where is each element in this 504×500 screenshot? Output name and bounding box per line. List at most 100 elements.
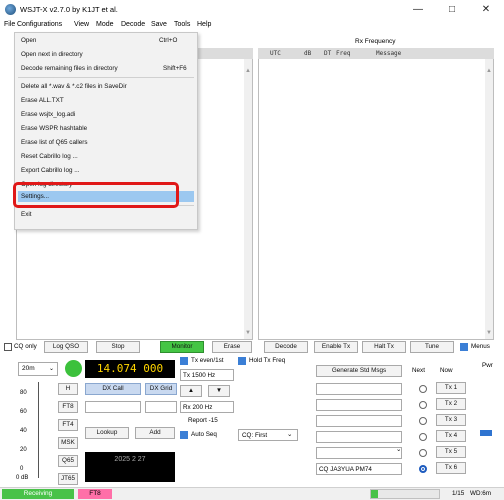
- tx6-button[interactable]: Tx 6: [436, 462, 466, 474]
- hold-tx-freq-checkbox[interactable]: [238, 357, 246, 365]
- mode-q65-button[interactable]: Q65: [58, 455, 78, 467]
- status-wd: WD:6m: [470, 490, 491, 497]
- menu-separator: [18, 77, 194, 78]
- menu-configurations[interactable]: Configurations: [17, 21, 62, 28]
- tx5-message-input[interactable]: [316, 447, 402, 459]
- dx-grid-input[interactable]: [145, 401, 177, 413]
- menu-item-erase-log-adi[interactable]: Erase wsjtx_log.adi: [21, 111, 75, 118]
- menu-item-open[interactable]: Open: [21, 37, 36, 44]
- generate-msgs-button[interactable]: Generate Std Msgs: [316, 365, 402, 377]
- menu-help[interactable]: Help: [197, 21, 211, 28]
- status-mode: FT8: [78, 489, 112, 499]
- rx-scrollbar[interactable]: [485, 59, 493, 339]
- shortcut-decode-remaining: Shift+F6: [163, 65, 187, 72]
- menus-checkbox[interactable]: [460, 343, 468, 351]
- tx3-button[interactable]: Tx 3: [436, 414, 466, 426]
- rx-frequency-panel[interactable]: [258, 48, 494, 340]
- menu-item-erase-wspr[interactable]: Erase WSPR hashtable: [21, 125, 87, 132]
- tx4-next-radio[interactable]: [419, 433, 427, 441]
- menu-decode[interactable]: Decode: [121, 21, 145, 28]
- cq-only-checkbox[interactable]: [4, 343, 12, 351]
- tx1-button[interactable]: Tx 1: [436, 382, 466, 394]
- scroll-down-icon[interactable]: ▼: [245, 330, 251, 336]
- chevron-down-icon[interactable]: ⌄: [49, 365, 54, 372]
- maximize-icon[interactable]: □: [440, 2, 464, 18]
- menu-view[interactable]: View: [74, 21, 89, 28]
- menu-item-exit[interactable]: Exit: [21, 211, 32, 218]
- meter-tick: 0: [20, 466, 24, 472]
- tx3-message-input[interactable]: [316, 415, 402, 427]
- tx6-next-radio[interactable]: [419, 465, 427, 473]
- menu-item-erase-all-txt[interactable]: Erase ALL.TXT: [21, 97, 64, 104]
- menu-item-export-cabrillo[interactable]: Export Cabrillo log ...: [21, 167, 79, 174]
- mode-jt65-button[interactable]: JT65: [58, 473, 78, 485]
- mode-ft4-button[interactable]: FT4: [58, 419, 78, 431]
- menu-item-open-next[interactable]: Open next in directory: [21, 51, 83, 58]
- menu-item-decode-remaining[interactable]: Decode remaining files in directory: [21, 65, 118, 72]
- tx5-button[interactable]: Tx 5: [436, 446, 466, 458]
- tx1-next-radio[interactable]: [419, 385, 427, 393]
- tx-even-label: Tx even/1st: [191, 357, 224, 364]
- scroll-up-icon[interactable]: ▲: [245, 68, 251, 74]
- erase-button[interactable]: Erase: [212, 341, 252, 353]
- frequency-display: 14.074 000: [85, 360, 175, 378]
- menu-mode[interactable]: Mode: [96, 21, 114, 28]
- rx-scroll-down-icon[interactable]: ▼: [486, 330, 492, 336]
- menu-item-delete-wav[interactable]: Delete all *.wav & *.c2 files in SaveDir: [21, 83, 127, 90]
- cq-first-select[interactable]: CQ: First ⌄: [238, 429, 298, 441]
- auto-seq-checkbox[interactable]: [180, 431, 188, 439]
- datetime-display: 2025 2 27: [85, 452, 175, 482]
- meter-tick: 40: [20, 428, 27, 434]
- menu-save[interactable]: Save: [151, 21, 167, 28]
- auto-seq-label: Auto Seq: [191, 431, 217, 438]
- tx1-message-input[interactable]: [316, 383, 402, 395]
- power-slider-handle[interactable]: [480, 430, 492, 436]
- signal-meter: 80 60 40 20 0 0 dB: [16, 382, 46, 482]
- menu-item-erase-q65[interactable]: Erase list of Q65 callers: [21, 139, 88, 146]
- chevron-down-icon[interactable]: ⌄: [396, 446, 401, 453]
- enable-tx-button[interactable]: Enable Tx: [314, 341, 358, 353]
- tx2-message-input[interactable]: [316, 399, 402, 411]
- log-qso-button[interactable]: Log QSO: [44, 341, 88, 353]
- header-freq: Freq: [336, 50, 351, 57]
- dx-call-input[interactable]: [85, 401, 141, 413]
- add-button[interactable]: Add: [135, 427, 175, 439]
- rx-scroll-up-icon[interactable]: ▲: [486, 68, 492, 74]
- tune-button[interactable]: Tune: [410, 341, 454, 353]
- menu-file[interactable]: File: [4, 21, 15, 28]
- tx-freq-spinbox[interactable]: Tx 1500 Hz: [180, 369, 234, 381]
- tx6-message-value: CQ JA3YUA PM74: [319, 466, 372, 473]
- arrow-up-icon[interactable]: ▲: [180, 385, 202, 397]
- menu-item-reset-cabrillo[interactable]: Reset Cabrillo log ...: [21, 153, 78, 160]
- tx-even-checkbox[interactable]: [180, 357, 188, 365]
- meter-tick: 80: [20, 390, 27, 396]
- tx5-next-radio[interactable]: [419, 449, 427, 457]
- monitor-status-led: [65, 360, 82, 377]
- lookup-button[interactable]: Lookup: [85, 427, 129, 439]
- tx4-message-input[interactable]: [316, 431, 402, 443]
- tx4-button[interactable]: Tx 4: [436, 430, 466, 442]
- header-message: Message: [376, 50, 402, 57]
- mode-msk-button[interactable]: MSK: [58, 437, 78, 449]
- tx6-message-input[interactable]: CQ JA3YUA PM74: [316, 463, 402, 475]
- cq-first-value: CQ: First: [242, 432, 268, 439]
- stop-button[interactable]: Stop: [96, 341, 140, 353]
- halt-tx-button[interactable]: Halt Tx: [362, 341, 406, 353]
- arrow-down-icon[interactable]: ▼: [208, 385, 230, 397]
- tx3-next-radio[interactable]: [419, 417, 427, 425]
- minimize-icon[interactable]: —: [406, 2, 430, 18]
- mode-ft8-button[interactable]: FT8: [58, 401, 78, 413]
- rx-freq-spinbox[interactable]: Rx 200 Hz: [180, 401, 234, 413]
- menu-tools[interactable]: Tools: [174, 21, 190, 28]
- tx2-button[interactable]: Tx 2: [436, 398, 466, 410]
- close-icon[interactable]: ✕: [474, 2, 498, 18]
- h-button[interactable]: H: [58, 383, 78, 395]
- tx2-next-radio[interactable]: [419, 401, 427, 409]
- report-spinbox[interactable]: Report -15: [180, 415, 234, 427]
- band-activity-scrollbar[interactable]: [244, 59, 252, 339]
- rx-frequency-title: Rx Frequency: [355, 38, 396, 45]
- status-receiving: Receiving: [2, 489, 74, 499]
- chevron-down-icon: ⌄: [287, 431, 293, 438]
- decode-button[interactable]: Decode: [264, 341, 308, 353]
- monitor-button[interactable]: Monitor: [160, 341, 204, 353]
